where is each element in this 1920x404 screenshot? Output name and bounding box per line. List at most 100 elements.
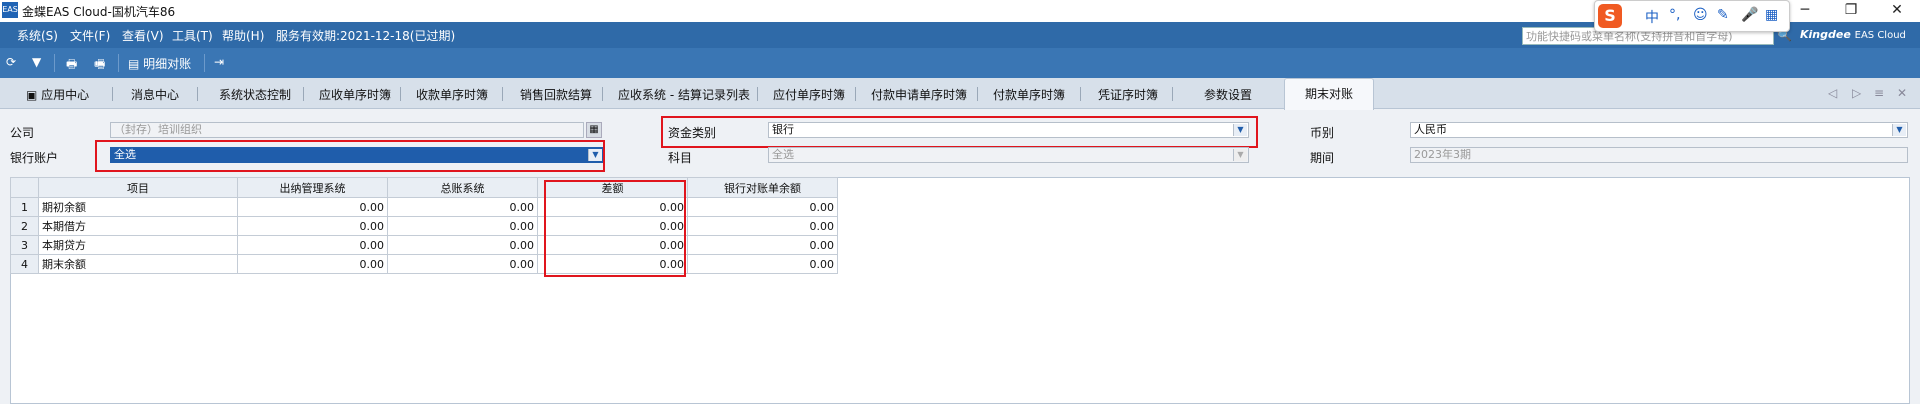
bank-account-label: 银行账户	[10, 151, 59, 165]
detail-reconcile-label: 明细对账	[143, 57, 192, 71]
tab-label: 应用中心	[41, 88, 90, 102]
chevron-down-icon[interactable]: ▼	[1892, 124, 1906, 136]
tab-period-end-reconcile[interactable]: 期末对账	[1284, 78, 1374, 110]
bank-statement-cell[interactable]: 0.00	[687, 197, 838, 217]
currency-value: 人民币	[1414, 123, 1447, 136]
cashier-cell[interactable]: 0.00	[237, 235, 388, 255]
ime-toolbar: S 中 °, ☺ ✎ 🎤 ▦	[1594, 0, 1790, 32]
tab-close-icon[interactable]: ✕	[1897, 86, 1907, 100]
menu-file[interactable]: 文件(F)	[70, 27, 110, 44]
brand-name: Kingdee	[1800, 28, 1851, 41]
tab-receivable-list[interactable]: 应收单序时簿	[319, 86, 391, 103]
column-header-ledger[interactable]: 总账系统	[387, 177, 538, 198]
toolbar-separator	[204, 54, 205, 72]
app-logo-icon: EAS	[2, 2, 18, 18]
refresh-icon[interactable]: ⟳	[6, 55, 16, 69]
exit-icon[interactable]: ⇥	[214, 55, 224, 69]
tab-message-center[interactable]: 消息中心	[131, 86, 179, 103]
bank-statement-cell[interactable]: 0.00	[687, 216, 838, 236]
period-value: 2023年3期	[1414, 148, 1471, 161]
tab-payment-list[interactable]: 付款单序时簿	[993, 86, 1065, 103]
highlight-box	[95, 140, 605, 172]
item-cell[interactable]: 期初余额	[38, 197, 238, 217]
toolbar: ⟳ ▼ 🖶 🖷 ▤ 明细对账 ⇥	[0, 48, 1920, 78]
bank-statement-cell[interactable]: 0.00	[687, 235, 838, 255]
tab-separator	[502, 87, 503, 101]
print-preview-icon[interactable]: 🖷	[94, 55, 105, 76]
tab-sales-settlement[interactable]: 销售回款结算	[520, 86, 592, 103]
column-header-bank-statement[interactable]: 银行对账单余额	[687, 177, 838, 198]
app-center-icon: ▣	[26, 88, 38, 102]
currency-label: 币别	[1310, 126, 1335, 140]
item-cell[interactable]: 期末余额	[38, 254, 238, 274]
currency-select[interactable]: 人民币 ▼	[1410, 122, 1908, 138]
item-cell[interactable]: 本期贷方	[38, 235, 238, 255]
ledger-cell[interactable]: 0.00	[387, 197, 538, 217]
tab-separator	[1172, 87, 1173, 101]
cashier-cell[interactable]: 0.00	[237, 197, 388, 217]
subject-label: 科目	[668, 151, 693, 165]
tab-separator	[303, 87, 304, 101]
print-icon[interactable]: 🖶	[66, 55, 77, 76]
tab-app-center[interactable]: ▣ 应用中心	[26, 86, 89, 103]
ledger-cell[interactable]: 0.00	[387, 216, 538, 236]
tab-settlement-records[interactable]: 应收系统 - 结算记录列表	[618, 86, 750, 103]
tab-payment-request-list[interactable]: 付款申请单序时簿	[871, 86, 967, 103]
item-cell[interactable]: 本期借方	[38, 216, 238, 236]
menu-view[interactable]: 查看(V)	[122, 27, 164, 44]
subject-value: 全选	[772, 148, 794, 161]
row-number: 4	[10, 254, 39, 274]
period-field: 2023年3期	[1410, 147, 1908, 163]
menu-system[interactable]: 系统(S)	[17, 27, 58, 44]
tab-scroll-left-icon[interactable]: ◁	[1828, 86, 1837, 100]
row-number: 1	[10, 197, 39, 217]
detail-reconcile-button[interactable]: ▤ 明细对账	[128, 55, 191, 72]
restore-icon[interactable]: ❐	[1828, 0, 1874, 22]
table-row[interactable]: 3 本期贷方 0.00 0.00 0.00 0.00	[10, 235, 838, 255]
tab-separator	[1080, 87, 1081, 101]
tab-separator	[400, 87, 401, 101]
table-row[interactable]: 1 期初余额 0.00 0.00 0.00 0.00	[10, 197, 838, 217]
table-row[interactable]: 2 本期借方 0.00 0.00 0.00 0.00	[10, 216, 838, 236]
tab-scroll-right-icon[interactable]: ▷	[1852, 86, 1861, 100]
table-row[interactable]: 4 期末余额 0.00 0.00 0.00 0.00	[10, 254, 838, 274]
row-number: 2	[10, 216, 39, 236]
ime-voice-icon[interactable]: 🎤	[1741, 7, 1758, 23]
table-header-row: 项目 出纳管理系统 总账系统 差额 银行对账单余额	[10, 177, 838, 198]
menu-help[interactable]: 帮助(H)	[222, 27, 264, 44]
ime-emoji-icon[interactable]: ☺	[1693, 7, 1708, 23]
tab-receipt-list[interactable]: 收款单序时簿	[416, 86, 488, 103]
company-lookup-icon[interactable]: ▦	[586, 122, 602, 138]
tab-separator	[855, 87, 856, 101]
tab-list-icon[interactable]: ≡	[1874, 86, 1884, 100]
company-value: （封存）培训组织	[114, 123, 202, 136]
service-status: 服务有效期:2021-12-18(已过期)	[276, 29, 456, 43]
dropdown-icon[interactable]: ▼	[32, 55, 41, 69]
ime-toolbox-icon[interactable]: ▦	[1765, 7, 1778, 23]
close-window-icon[interactable]: ✕	[1874, 0, 1920, 22]
cashier-cell[interactable]: 0.00	[237, 216, 388, 236]
row-number: 3	[10, 235, 39, 255]
tab-separator	[757, 87, 758, 101]
reconcile-table: 项目 出纳管理系统 总账系统 差额 银行对账单余额 1 期初余额 0.00 0.…	[10, 177, 838, 274]
tab-parameter-settings[interactable]: 参数设置	[1204, 86, 1252, 103]
ime-punctuation-icon[interactable]: °,	[1669, 7, 1680, 23]
column-header-cashier[interactable]: 出纳管理系统	[237, 177, 388, 198]
tab-payable-list[interactable]: 应付单序时簿	[773, 86, 845, 103]
tab-voucher-list[interactable]: 凭证序时簿	[1098, 86, 1158, 103]
ledger-cell[interactable]: 0.00	[387, 254, 538, 274]
tab-system-status[interactable]: 系统状态控制	[219, 86, 291, 103]
toolbar-separator	[54, 54, 55, 72]
cashier-cell[interactable]: 0.00	[237, 254, 388, 274]
toolbar-separator	[118, 54, 119, 72]
bank-statement-cell[interactable]: 0.00	[687, 254, 838, 274]
chevron-down-icon: ▼	[1233, 149, 1247, 161]
menu-tools[interactable]: 工具(T)	[172, 27, 213, 44]
company-label: 公司	[10, 126, 35, 140]
sogou-logo-icon[interactable]: S	[1598, 4, 1622, 28]
ime-chinese-mode-icon[interactable]: 中	[1645, 7, 1659, 27]
tab-bar: ▣ 应用中心 消息中心 系统状态控制 应收单序时簿 收款单序时簿 销售回款结算 …	[0, 78, 1920, 109]
ime-handwrite-icon[interactable]: ✎	[1717, 7, 1729, 23]
ledger-cell[interactable]: 0.00	[387, 235, 538, 255]
column-header-item[interactable]: 项目	[38, 177, 238, 198]
